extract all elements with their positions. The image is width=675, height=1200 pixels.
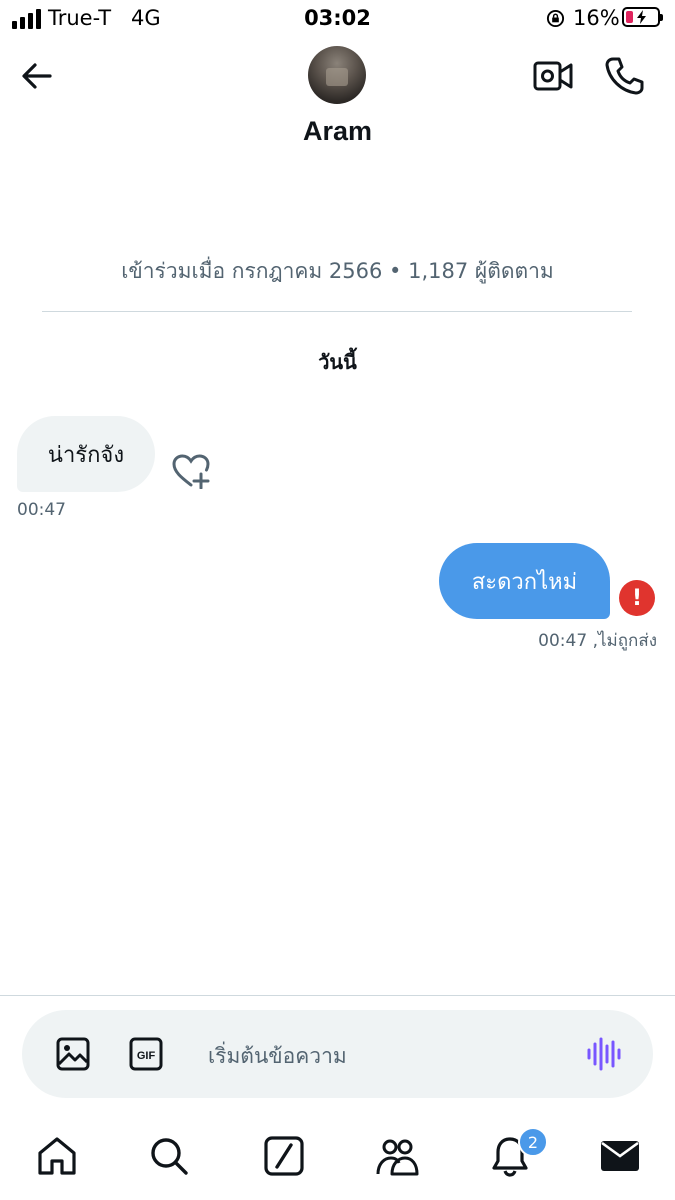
communities-icon[interactable] — [375, 1134, 419, 1178]
rotation-lock-icon — [546, 9, 565, 28]
message-timestamp: 00:47 — [17, 500, 66, 520]
notifications-badge: 2 — [518, 1127, 548, 1157]
message-status: 00:47 ,ไม่ถูกส่ง — [538, 631, 657, 651]
contact-name[interactable]: Aram — [0, 116, 675, 147]
message-input[interactable]: เริ่มต้นข้อความ — [208, 1040, 347, 1073]
video-call-icon[interactable] — [532, 56, 574, 96]
status-bar: True-T 4G 03:02 16% — [0, 0, 675, 38]
date-separator: วันนี้ — [318, 350, 357, 374]
phone-icon[interactable] — [603, 55, 645, 97]
composer-divider — [0, 995, 675, 996]
battery-icon — [622, 7, 663, 27]
send-error-icon[interactable]: ! — [619, 580, 655, 616]
messages-icon[interactable] — [598, 1134, 642, 1178]
grok-icon[interactable] — [262, 1134, 306, 1178]
avatar[interactable] — [308, 46, 366, 104]
joined-info: เข้าร่วมเมื่อ กรกฎาคม 2566 • 1,187 ผู้ติ… — [121, 259, 554, 283]
battery-percent: 16% — [573, 6, 620, 30]
home-icon[interactable] — [35, 1134, 79, 1178]
image-icon[interactable] — [55, 1036, 91, 1072]
incoming-message-bubble[interactable]: น่ารักจัง — [17, 416, 155, 492]
add-reaction-icon[interactable] — [170, 453, 212, 489]
outgoing-message-bubble[interactable]: สะดวกไหม่ — [439, 543, 610, 619]
arrow-left-icon[interactable] — [18, 57, 56, 95]
search-icon[interactable] — [147, 1134, 191, 1178]
gif-icon[interactable]: GIF — [128, 1036, 164, 1072]
voice-message-icon[interactable] — [585, 1036, 621, 1072]
svg-text:GIF: GIF — [137, 1050, 156, 1062]
divider — [42, 311, 632, 312]
